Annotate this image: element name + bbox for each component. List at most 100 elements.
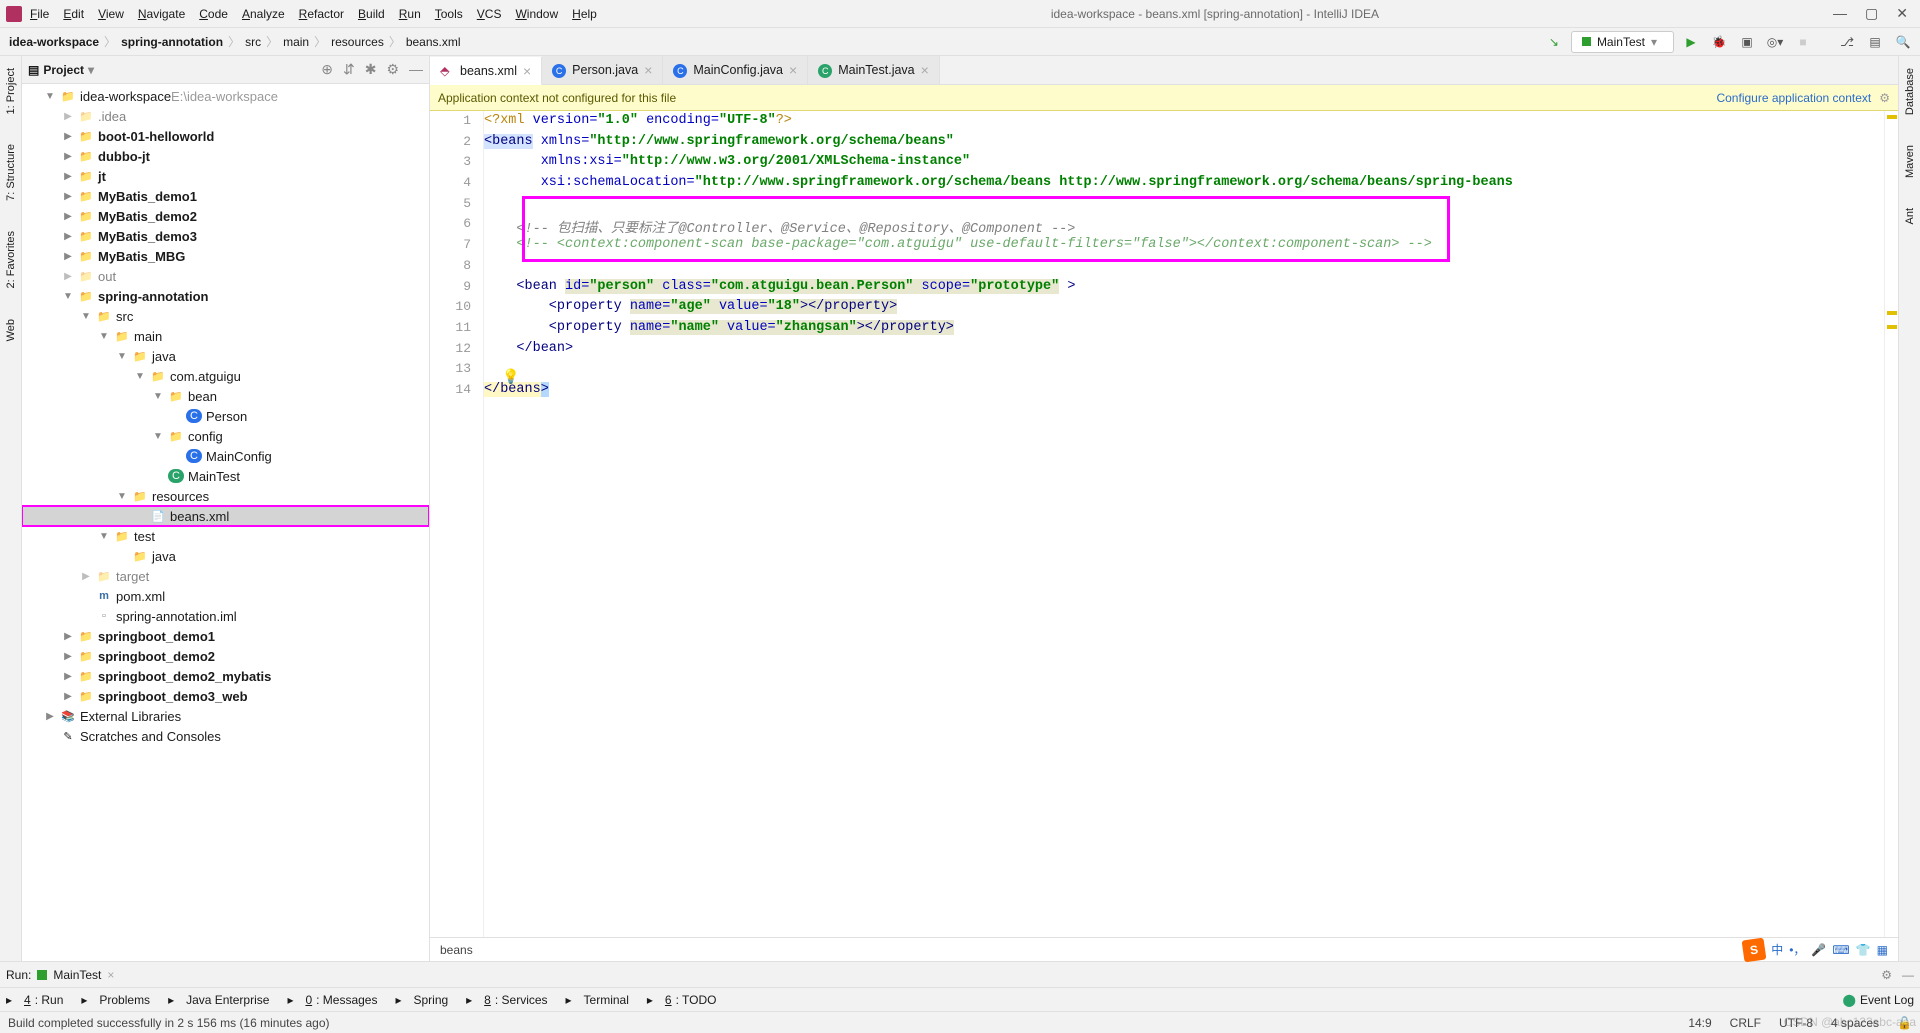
editor-tab[interactable]: CMainTest.java× [808, 56, 940, 84]
line-number[interactable]: 1 [430, 113, 483, 134]
code-line[interactable]: <!-- 包扫描、只要标注了@Controller、@Service、@Repo… [484, 216, 1884, 237]
breadcrumb-item[interactable]: spring-annotation [118, 35, 226, 49]
hide-icon[interactable]: — [1902, 968, 1914, 982]
run-icon[interactable]: ▶ [1680, 31, 1702, 53]
rail-project[interactable]: 1: Project [5, 68, 17, 114]
line-number[interactable]: 5 [430, 196, 483, 217]
close-icon[interactable]: × [789, 62, 797, 78]
code-line[interactable]: <property name="name" value="zhangsan"><… [484, 320, 1884, 341]
collapse-icon[interactable]: ⇵ [343, 61, 355, 78]
tree-item[interactable]: ▶📚External Libraries [22, 706, 429, 726]
coverage-icon[interactable]: ▣ [1736, 31, 1758, 53]
breadcrumb-item[interactable]: main [280, 35, 312, 49]
code-line[interactable]: <?xml version="1.0" encoding="UTF-8"?> [484, 113, 1884, 134]
expand-arrow-icon[interactable]: ▶ [62, 171, 74, 182]
search-icon[interactable]: 🔍 [1892, 31, 1914, 53]
line-number[interactable]: 9 [430, 279, 483, 300]
code-line[interactable]: </bean> [484, 341, 1884, 362]
menubar[interactable]: FileEditViewNavigateCodeAnalyzeRefactorB… [30, 7, 597, 21]
tree-item[interactable]: CMainConfig [22, 446, 429, 466]
locate-icon[interactable]: ⊕ [321, 61, 333, 78]
expand-arrow-icon[interactable]: ▼ [116, 351, 128, 362]
tree-item[interactable]: ✎Scratches and Consoles [22, 726, 429, 746]
ime-grid-icon[interactable]: ▦ [1877, 943, 1888, 957]
expand-arrow-icon[interactable]: ▼ [116, 491, 128, 502]
tree-item[interactable]: ▼📁idea-workspace E:\idea-workspace [22, 86, 429, 106]
code-line[interactable]: <!-- <context:component-scan base-packag… [484, 237, 1884, 258]
tree-item[interactable]: mpom.xml [22, 586, 429, 606]
line-number[interactable]: 4 [430, 175, 483, 196]
code-line[interactable]: </beans> [484, 382, 1884, 403]
breadcrumb[interactable]: idea-workspace〉spring-annotation〉src〉mai… [0, 33, 464, 50]
expand-arrow-icon[interactable]: ▶ [62, 191, 74, 202]
expand-arrow-icon[interactable]: ▼ [152, 391, 164, 402]
sogou-ime-icon[interactable]: S [1742, 937, 1767, 962]
expand-arrow-icon[interactable]: ▼ [62, 291, 74, 302]
close-icon[interactable]: ✕ [1896, 5, 1908, 22]
chevron-down-icon[interactable]: ▾ [88, 63, 94, 77]
expand-arrow-icon[interactable]: ▶ [62, 231, 74, 242]
toolwindow-todo[interactable]: ▸6: TODO [647, 993, 717, 1007]
close-icon[interactable]: × [644, 62, 652, 78]
tree-item[interactable]: ▶📁springboot_demo3_web [22, 686, 429, 706]
menu-run[interactable]: Run [399, 7, 421, 21]
tree-item[interactable]: ▶📁jt [22, 166, 429, 186]
editor-tab[interactable]: CMainConfig.java× [663, 56, 808, 84]
stop-icon[interactable]: ■ [1792, 31, 1814, 53]
menu-tools[interactable]: Tools [435, 7, 463, 21]
profile-icon[interactable]: ◎▾ [1764, 31, 1786, 53]
expand-arrow-icon[interactable]: ▶ [62, 211, 74, 222]
expand-arrow-icon[interactable]: ▶ [62, 271, 74, 282]
git-icon[interactable]: ⎇ [1836, 31, 1858, 53]
expand-arrow-icon[interactable]: ▼ [98, 331, 110, 342]
configure-context-link[interactable]: Configure application context [1716, 91, 1871, 105]
expand-arrow-icon[interactable]: ▼ [152, 431, 164, 442]
menu-analyze[interactable]: Analyze [242, 7, 285, 21]
expand-arrow-icon[interactable]: ▶ [44, 711, 56, 722]
right-tool-rail[interactable]: DatabaseMavenAnt [1898, 56, 1920, 961]
line-gutter[interactable]: 1234567891011121314 [430, 111, 484, 937]
project-tree[interactable]: ▼📁idea-workspace E:\idea-workspace▶📁.ide… [22, 84, 429, 961]
gear-icon[interactable]: ⚙ [1881, 968, 1892, 982]
tree-item[interactable]: ▼📁config [22, 426, 429, 446]
line-separator[interactable]: CRLF [1730, 1016, 1761, 1030]
minimize-icon[interactable]: — [1833, 5, 1847, 22]
expand-arrow-icon[interactable]: ▶ [62, 151, 74, 162]
expand-arrow-icon[interactable]: ▶ [62, 251, 74, 262]
line-number[interactable]: 10 [430, 299, 483, 320]
tree-item[interactable]: ▼📁main [22, 326, 429, 346]
gear-icon[interactable]: ⚙ [1879, 91, 1890, 105]
expand-arrow-icon[interactable]: ▶ [80, 571, 92, 582]
tree-item[interactable]: ▶📁MyBatis_MBG [22, 246, 429, 266]
expand-arrow-icon[interactable]: ▼ [98, 531, 110, 542]
breadcrumb-item[interactable]: idea-workspace [6, 35, 102, 49]
debug-icon[interactable]: 🐞 [1708, 31, 1730, 53]
toolwindow-run[interactable]: ▸4: Run [6, 993, 63, 1007]
tree-item[interactable]: CMainTest [22, 466, 429, 486]
menu-window[interactable]: Window [515, 7, 558, 21]
tree-item[interactable]: 📁java [22, 546, 429, 566]
rail-web[interactable]: Web [5, 319, 17, 341]
breadcrumb-item[interactable]: src [242, 35, 264, 49]
expand-arrow-icon[interactable]: ▼ [80, 311, 92, 322]
hint-bulb-icon[interactable]: 💡 [502, 369, 519, 386]
toolwindow-problems[interactable]: ▸Problems [81, 993, 150, 1007]
maximize-icon[interactable]: ▢ [1865, 5, 1878, 22]
settings-icon[interactable]: ✱ [365, 61, 377, 78]
hide-icon[interactable]: — [409, 61, 423, 78]
project-structure-icon[interactable]: ▤ [1864, 31, 1886, 53]
close-icon[interactable]: × [523, 63, 531, 79]
tree-item[interactable]: ▼📁bean [22, 386, 429, 406]
menu-vcs[interactable]: VCS [477, 7, 502, 21]
toolwindow-javaenterprise[interactable]: ▸Java Enterprise [168, 993, 269, 1007]
rail-favorites[interactable]: 2: Favorites [5, 231, 17, 288]
tree-item[interactable]: ▶📁out [22, 266, 429, 286]
menu-build[interactable]: Build [358, 7, 385, 21]
line-number[interactable]: 12 [430, 341, 483, 362]
line-number[interactable]: 11 [430, 320, 483, 341]
ime-keyboard-icon[interactable]: ⌨ [1832, 943, 1849, 957]
expand-arrow-icon[interactable]: ▶ [62, 131, 74, 142]
warning-marker[interactable] [1887, 311, 1897, 315]
tree-item[interactable]: ▶📁dubbo-jt [22, 146, 429, 166]
close-icon[interactable]: × [107, 968, 114, 982]
